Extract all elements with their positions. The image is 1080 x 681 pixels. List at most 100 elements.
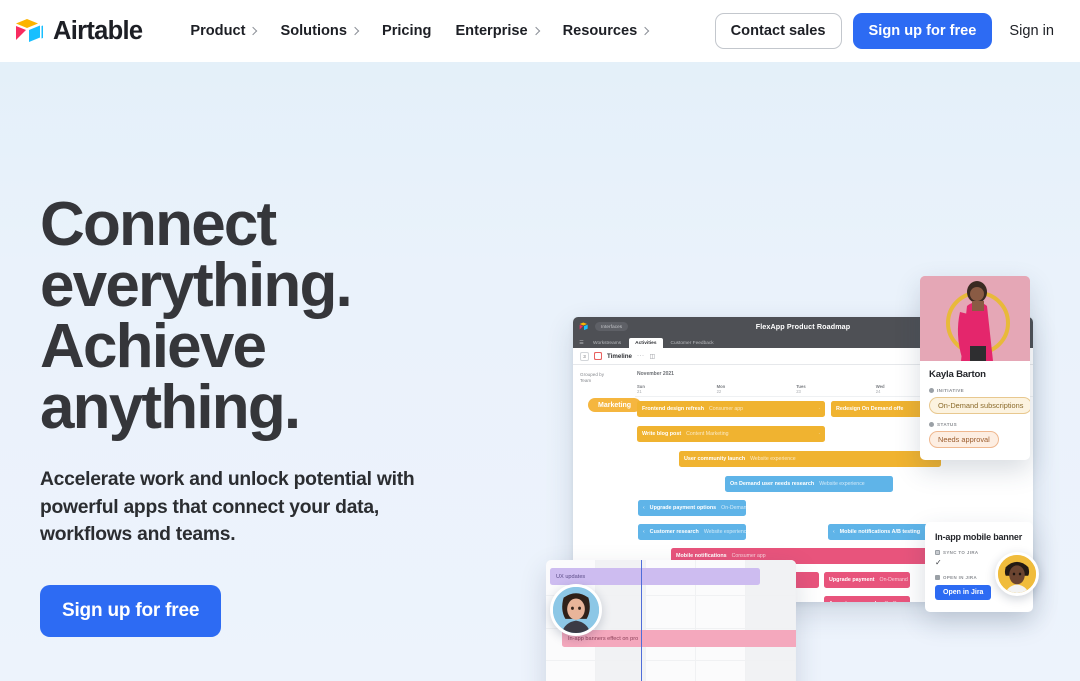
view-count-badge[interactable]: 3	[580, 351, 589, 361]
nav-item-label: Pricing	[381, 23, 432, 39]
sync-to-jira-label: SYNC TO JIRA	[943, 550, 979, 555]
bar-title: Accept promo code	[829, 601, 879, 602]
chevron-right-icon	[531, 26, 540, 35]
tab-activities[interactable]: Activities	[629, 338, 663, 348]
more-options-icon[interactable]: ···	[637, 353, 645, 359]
jira-card-title: In-app mobile banner	[935, 532, 1023, 542]
day-number: 21	[637, 389, 642, 394]
group-pill-marketing[interactable]: Marketing	[588, 398, 642, 412]
profile-name: Kayla Barton	[929, 369, 986, 380]
timeline-bar[interactable]: ‹ Upgrade payment options On-Demand subscr…	[638, 500, 746, 516]
hero-title-line-2: everything.	[40, 251, 353, 320]
nav-item-label: Enterprise	[455, 23, 528, 39]
share-view-icon[interactable]: ◫	[650, 353, 656, 360]
bar-subtitle: Website experience	[819, 481, 865, 487]
bar-title: Upgrade payment	[829, 577, 875, 583]
today-marker-line	[641, 560, 643, 681]
bar-menu-icon[interactable]: ·	[818, 406, 820, 412]
bar-title: Customer research	[649, 529, 699, 535]
hero-subtitle: Accelerate work and unlock potential wit…	[40, 469, 415, 545]
bar-subtitle: Website experience	[750, 456, 796, 462]
nav-item-solutions[interactable]: Solutions	[268, 15, 369, 47]
hero-title-line-1: Connect	[40, 190, 277, 259]
bar-lead-icon: ‹	[643, 505, 645, 511]
profile-photo	[920, 276, 1030, 361]
grouped-by-value[interactable]: Team	[580, 378, 629, 384]
hero-title-line-4: anything.	[40, 373, 301, 442]
day-cell: Tues 23	[794, 384, 874, 394]
initiative-value-pill[interactable]: On-Demand subscriptions	[929, 397, 1030, 414]
link-icon	[935, 575, 940, 580]
hero-title-line-3: Achieve	[40, 312, 267, 381]
timeline-bar[interactable]: Write blog post Content Marketing ·	[637, 426, 825, 442]
current-view-name[interactable]: Timeline	[607, 353, 632, 360]
bar-subtitle: Consumer app	[709, 406, 744, 412]
contact-sales-button[interactable]: Contact sales	[714, 13, 842, 49]
brand-logo-link[interactable]: Airtable	[14, 16, 143, 46]
interfaces-pill[interactable]: Interfaces	[595, 321, 629, 331]
bar-title: Mobile notifications	[676, 553, 727, 559]
chevron-right-icon	[350, 26, 360, 35]
nav-item-resources[interactable]: Resources	[551, 15, 661, 47]
day-number: 22	[716, 389, 722, 394]
signin-link[interactable]: Sign in	[1003, 17, 1058, 45]
bar-lead-icon: ‹	[643, 529, 645, 535]
bar-title: Redesign On Demand offe	[836, 406, 904, 412]
open-in-jira-button[interactable]: Open in Jira	[935, 585, 992, 600]
avatar-collaborator-2[interactable]	[995, 552, 1039, 596]
tab-customer-feedback[interactable]: Customer Feedback	[665, 338, 720, 348]
bar-title: On Demand user needs research	[730, 481, 815, 487]
record-profile-card: Kayla Barton INITIATIVE On-Demand subscr…	[920, 276, 1030, 460]
product-mock-illustration: Interfaces FlexApp Product Roadmap ☰ Wor…	[540, 262, 1070, 681]
bar-lead-icon: ‹	[833, 529, 835, 535]
status-badge[interactable]: Needs approval	[929, 431, 999, 448]
nav-item-label: Resources	[562, 23, 638, 39]
bar-title: User community launch	[684, 456, 746, 462]
menu-grip-icon[interactable]: ☰	[578, 338, 585, 347]
panel-timeline-bar[interactable]: UX updates	[550, 568, 760, 585]
field-type-icon	[929, 388, 934, 393]
nav-item-pricing[interactable]: Pricing	[370, 15, 443, 47]
field-label-initiative: INITIATIVE	[929, 388, 1021, 393]
bar-subtitle: On-Demand subscriptions	[721, 505, 746, 511]
day-number: 23	[796, 389, 801, 394]
field-label-status: STATUS	[929, 422, 1021, 427]
signup-button-header[interactable]: Sign up for free	[852, 13, 993, 49]
airtable-mini-logo-icon	[579, 322, 589, 331]
timeline-bar[interactable]: Upgrade payment On-Demand	[824, 572, 910, 588]
hero-section: Connect everything. Achieve anything. Ac…	[0, 62, 1080, 681]
nav-item-label: Solutions	[280, 23, 347, 39]
nav-item-product[interactable]: Product	[178, 15, 268, 47]
day-cell: Mon 22	[715, 384, 795, 394]
page-title: Connect everything. Achieve anything.	[40, 194, 510, 439]
brand-name: Airtable	[53, 16, 143, 45]
hero-copy: Connect everything. Achieve anything. Ac…	[40, 194, 510, 637]
timeline-bar[interactable]: User community launch Website experience	[679, 451, 941, 467]
bar-title: Frontend design refresh	[642, 406, 705, 412]
tab-workstreams[interactable]: Workstreams	[587, 338, 627, 348]
timeline-view-icon	[594, 352, 602, 360]
checkbox-icon[interactable]	[935, 550, 940, 555]
bar-subtitle: On-Deman	[884, 601, 909, 602]
timeline-bar[interactable]: On Demand user needs research Website exp…	[725, 476, 893, 492]
timeline-bar[interactable]: ‹ Customer research Website experience	[638, 524, 746, 540]
timeline-bar[interactable]: Accept promo code On-Deman	[824, 596, 910, 602]
main-navigation: Product Solutions Pricing Enterprise Res…	[178, 15, 660, 47]
nav-item-label: Product	[190, 23, 246, 39]
avatar-collaborator-1[interactable]	[550, 584, 602, 636]
chevron-right-icon	[249, 26, 258, 35]
bar-title: Upgrade payment options	[649, 505, 717, 511]
header-actions: Contact sales Sign up for free Sign in	[714, 13, 1058, 49]
open-in-jira-label: OPEN IN JIRA	[943, 575, 978, 580]
airtable-logo-icon	[14, 18, 44, 44]
bar-subtitle: Content Marketing	[686, 431, 729, 437]
nav-item-enterprise[interactable]: Enterprise	[443, 15, 550, 47]
timeline-bar[interactable]: Frontend design refresh Consumer app ·	[637, 401, 825, 417]
bar-subtitle: On-Demand	[879, 577, 908, 583]
chevron-right-icon	[641, 26, 650, 35]
bar-title: Write blog post	[642, 431, 682, 437]
bar-subtitle: Website experience	[703, 529, 746, 535]
status-label: STATUS	[937, 422, 958, 427]
signup-button-hero[interactable]: Sign up for free	[40, 584, 222, 637]
bar-menu-icon[interactable]: ·	[818, 431, 820, 437]
